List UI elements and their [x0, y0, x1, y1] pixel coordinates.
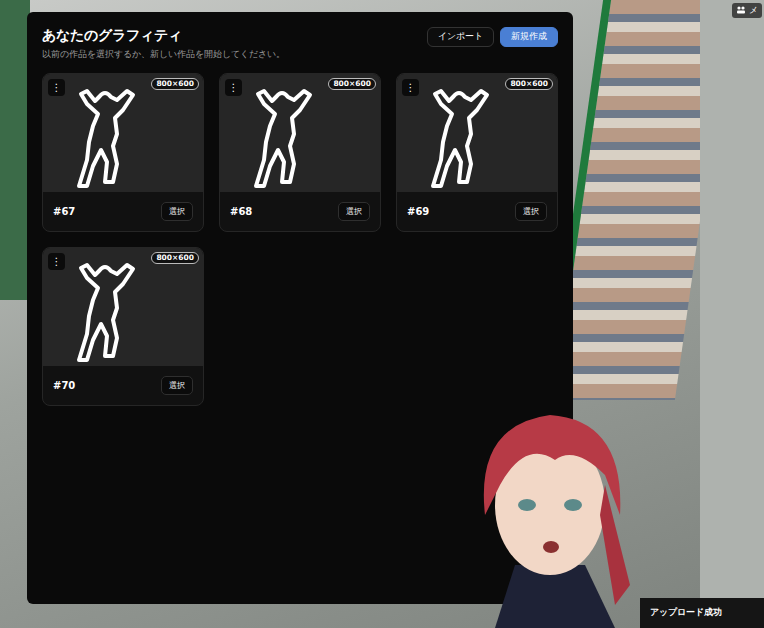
select-button[interactable]: 選択 [161, 376, 193, 395]
streamer-avatar [455, 405, 645, 628]
graffiti-panel: あなたのグラフィティ以前の作品を選択するか、新しい作品を開始してください。 インポ… [27, 12, 573, 604]
select-button[interactable]: 選択 [515, 202, 547, 221]
menu-button[interactable]: ⋮ [402, 79, 419, 96]
figure-drawing-icon [43, 74, 204, 192]
panel-title: あなたのグラフィティ [42, 27, 285, 45]
graffiti-card[interactable]: ⋮ 800×600 #68 選択 [219, 73, 381, 232]
graffiti-name: #67 [53, 206, 75, 217]
panel-titles: あなたのグラフィティ以前の作品を選択するか、新しい作品を開始してください。 [42, 27, 285, 61]
graffiti-name: #69 [407, 206, 429, 217]
hud-menu[interactable]: メ [732, 3, 762, 18]
menu-button[interactable]: ⋮ [225, 79, 242, 96]
graffiti-card[interactable]: ⋮ 800×600 #70 選択 [42, 247, 204, 406]
graffiti-thumbnail[interactable]: ⋮ 800×600 [43, 74, 203, 192]
graffiti-card[interactable]: ⋮ 800×600 #69 選択 [396, 73, 558, 232]
select-button[interactable]: 選択 [338, 202, 370, 221]
size-badge: 800×600 [151, 252, 199, 264]
card-footer: #67 選択 [43, 192, 203, 231]
graffiti-thumbnail[interactable]: ⋮ 800×600 [220, 74, 380, 192]
menu-button[interactable]: ⋮ [48, 253, 65, 270]
graffiti-thumbnail[interactable]: ⋮ 800×600 [397, 74, 557, 192]
header-buttons: インポート 新規作成 [427, 27, 558, 47]
graffiti-grid: ⋮800×600#67選択⋮800×600#68選択⋮800×600#69選択⋮… [42, 73, 558, 406]
graffiti-name: #70 [53, 380, 75, 391]
graffiti-name: #68 [230, 206, 252, 217]
size-badge: 800×600 [151, 78, 199, 90]
import-button[interactable]: インポート [427, 27, 494, 47]
graffiti-card[interactable]: ⋮ 800×600 #67 選択 [42, 73, 204, 232]
card-footer: #68 選択 [220, 192, 380, 231]
figure-drawing-icon [397, 74, 558, 192]
button-label: インポート [438, 31, 483, 43]
upload-toast: アップロード成功 [640, 598, 764, 628]
button-label: 新規作成 [511, 31, 547, 43]
card-footer: #70 選択 [43, 366, 203, 405]
panel-subtitle: 以前の作品を選択するか、新しい作品を開始してください。 [42, 49, 285, 61]
panel-header: あなたのグラフィティ以前の作品を選択するか、新しい作品を開始してください。 インポ… [42, 27, 558, 61]
card-footer: #69 選択 [397, 192, 557, 231]
hud-label: メ [749, 4, 758, 17]
toast-text: アップロード成功 [650, 607, 722, 619]
figure-drawing-icon [220, 74, 381, 192]
select-button[interactable]: 選択 [161, 202, 193, 221]
new-button[interactable]: 新規作成 [500, 27, 558, 47]
people-icon [736, 6, 746, 16]
size-badge: 800×600 [328, 78, 376, 90]
figure-drawing-icon [43, 248, 204, 366]
size-badge: 800×600 [505, 78, 553, 90]
graffiti-thumbnail[interactable]: ⋮ 800×600 [43, 248, 203, 366]
menu-button[interactable]: ⋮ [48, 79, 65, 96]
